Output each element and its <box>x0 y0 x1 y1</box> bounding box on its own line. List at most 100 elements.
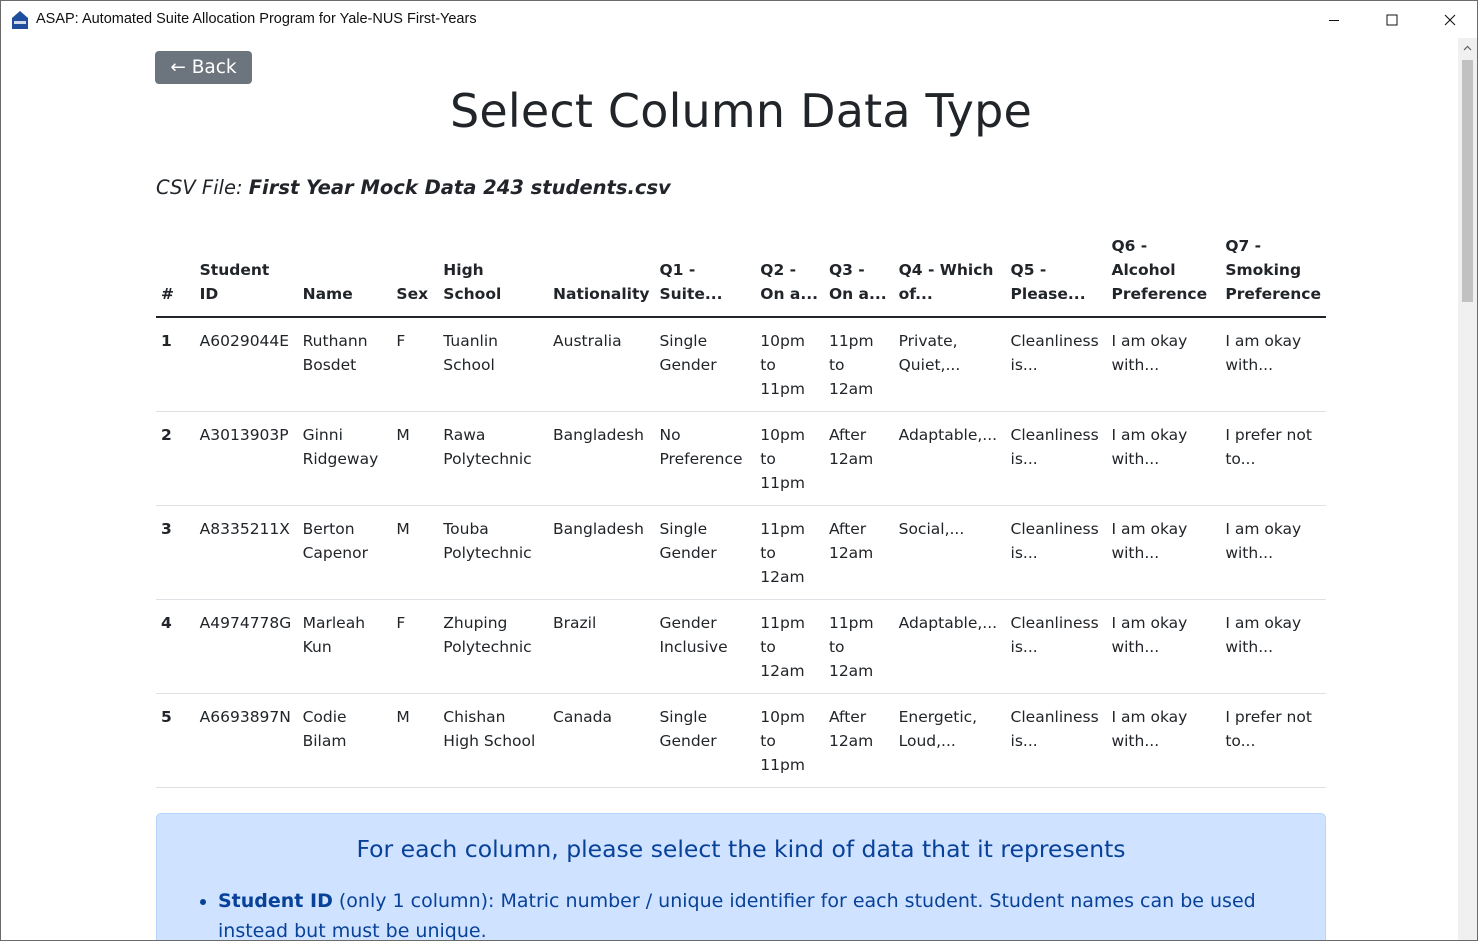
cell-nationality: Brazil <box>548 599 655 694</box>
cell-q6: I am okay with... <box>1106 599 1221 694</box>
csv-file-name: First Year Mock Data 243 students.csv <box>248 176 671 199</box>
csv-file-label: CSV File: <box>156 176 243 199</box>
cell-student-id: A8335211X <box>194 505 298 600</box>
table-row: 5 A6693897N Codie Bilam M Chishan High S… <box>156 693 1326 788</box>
cell-q5: Cleanliness is... <box>1005 317 1107 412</box>
cell-q7: I am okay with... <box>1220 505 1326 600</box>
cell-high-school: Tuanlin School <box>438 317 549 412</box>
cell-q3: 11pm to 12am <box>823 317 894 412</box>
cell-q7: I prefer not to... <box>1220 693 1326 788</box>
cell-q6: I am okay with... <box>1106 693 1221 788</box>
col-header-nationality: Nationality <box>548 228 655 318</box>
data-type-term: Student ID <box>218 890 333 912</box>
cell-index: 4 <box>156 599 195 694</box>
cell-nationality: Australia <box>548 317 655 412</box>
cell-high-school: Chishan High School <box>438 693 549 788</box>
cell-high-school: Rawa Polytechnic <box>438 411 549 506</box>
cell-name: Ginni Ridgeway <box>297 411 392 506</box>
cell-name: Marleah Kun <box>297 599 392 694</box>
cell-sex: M <box>391 693 439 788</box>
cell-q4: Energetic, Loud,... <box>893 693 1006 788</box>
cell-index: 2 <box>156 411 195 506</box>
cell-high-school: Touba Polytechnic <box>438 505 549 600</box>
col-header-index: # <box>156 228 195 318</box>
list-item: Student ID (only 1 column): Matric numbe… <box>218 886 1298 940</box>
cell-q5: Cleanliness is... <box>1005 505 1107 600</box>
info-heading: For each column, please select the kind … <box>356 835 1126 863</box>
col-header-student-id: Student ID <box>194 228 298 318</box>
preview-table: # Student ID Name Sex High School Nationa… <box>156 228 1326 788</box>
title-bar: ASAP: Automated Suite Allocation Program… <box>1 1 1477 38</box>
cell-q4: Adaptable,... <box>893 599 1006 694</box>
cell-nationality: Bangladesh <box>548 505 655 600</box>
data-type-list: Student ID (only 1 column): Matric numbe… <box>199 886 1298 940</box>
cell-q3: After 12am <box>823 411 894 506</box>
cell-q1: Single Gender <box>654 505 756 600</box>
cell-q1: Single Gender <box>654 317 756 412</box>
table-row: 1 A6029044E Ruthann Bosdet F Tuanlin Sch… <box>156 317 1326 412</box>
cell-q1: Gender Inclusive <box>654 599 756 694</box>
cell-q2: 11pm to 12am <box>755 505 824 600</box>
minimize-icon <box>1329 19 1339 21</box>
close-icon <box>1444 14 1456 25</box>
cell-sex: M <box>391 505 439 600</box>
maximize-icon <box>1386 14 1398 25</box>
page-content: ← Back Select Column Data Type CSV File:… <box>1 38 1458 940</box>
cell-q7: I prefer not to... <box>1220 411 1326 506</box>
table-header-row: # Student ID Name Sex High School Nationa… <box>156 228 1326 318</box>
scrollbar-thumb[interactable] <box>1462 60 1473 302</box>
cell-q2: 11pm to 12am <box>755 599 824 694</box>
cell-q5: Cleanliness is... <box>1005 599 1107 694</box>
cell-name: Ruthann Bosdet <box>297 317 392 412</box>
chevron-up-icon <box>1463 45 1472 51</box>
close-button[interactable] <box>1421 1 1477 38</box>
cell-q2: 10pm to 11pm <box>755 411 824 506</box>
col-header-q2: Q2 - On a... <box>755 228 824 318</box>
cell-q4: Social,... <box>893 505 1006 600</box>
col-header-name: Name <box>297 228 392 318</box>
cell-sex: M <box>391 411 439 506</box>
cell-student-id: A6693897N <box>194 693 298 788</box>
maximize-button[interactable] <box>1363 1 1421 38</box>
cell-sex: F <box>391 317 439 412</box>
cell-sex: F <box>391 599 439 694</box>
cell-q6: I am okay with... <box>1106 317 1221 412</box>
cell-q3: 11pm to 12am <box>823 599 894 694</box>
cell-q3: After 12am <box>823 505 894 600</box>
cell-index: 3 <box>156 505 195 600</box>
page-title: Select Column Data Type <box>449 84 1033 138</box>
cell-q5: Cleanliness is... <box>1005 693 1107 788</box>
cell-q7: I am okay with... <box>1220 599 1326 694</box>
vertical-scrollbar[interactable] <box>1458 38 1477 940</box>
scroll-up-button[interactable] <box>1458 38 1477 58</box>
window-title: ASAP: Automated Suite Allocation Program… <box>36 11 477 27</box>
minimize-button[interactable] <box>1305 1 1363 38</box>
data-type-description: (only 1 column): Matric number / unique … <box>218 890 1256 940</box>
cell-nationality: Bangladesh <box>548 411 655 506</box>
cell-q1: Single Gender <box>654 693 756 788</box>
cell-q4: Adaptable,... <box>893 411 1006 506</box>
col-header-q6: Q6 - Alcohol Preference <box>1106 228 1221 318</box>
cell-q6: I am okay with... <box>1106 505 1221 600</box>
cell-student-id: A6029044E <box>194 317 298 412</box>
csv-file-line: CSV File: First Year Mock Data 243 stude… <box>156 176 671 199</box>
col-header-sex: Sex <box>391 228 439 318</box>
column-types-info-box: For each column, please select the kind … <box>156 813 1326 940</box>
cell-q4: Private, Quiet,... <box>893 317 1006 412</box>
cell-q6: I am okay with... <box>1106 411 1221 506</box>
cell-q2: 10pm to 11pm <box>755 317 824 412</box>
house-icon <box>11 10 29 30</box>
cell-q7: I am okay with... <box>1220 317 1326 412</box>
cell-index: 5 <box>156 693 195 788</box>
cell-q5: Cleanliness is... <box>1005 411 1107 506</box>
col-header-q7: Q7 - Smoking Preference <box>1220 228 1326 318</box>
cell-index: 1 <box>156 317 195 412</box>
col-header-q5: Q5 - Please... <box>1005 228 1107 318</box>
cell-student-id: A4974778G <box>194 599 298 694</box>
back-button[interactable]: ← Back <box>155 51 252 84</box>
cell-q3: After 12am <box>823 693 894 788</box>
cell-q2: 10pm to 11pm <box>755 693 824 788</box>
cell-name: Codie Bilam <box>297 693 392 788</box>
col-header-q3: Q3 - On a... <box>823 228 894 318</box>
app-window: ASAP: Automated Suite Allocation Program… <box>0 0 1478 941</box>
